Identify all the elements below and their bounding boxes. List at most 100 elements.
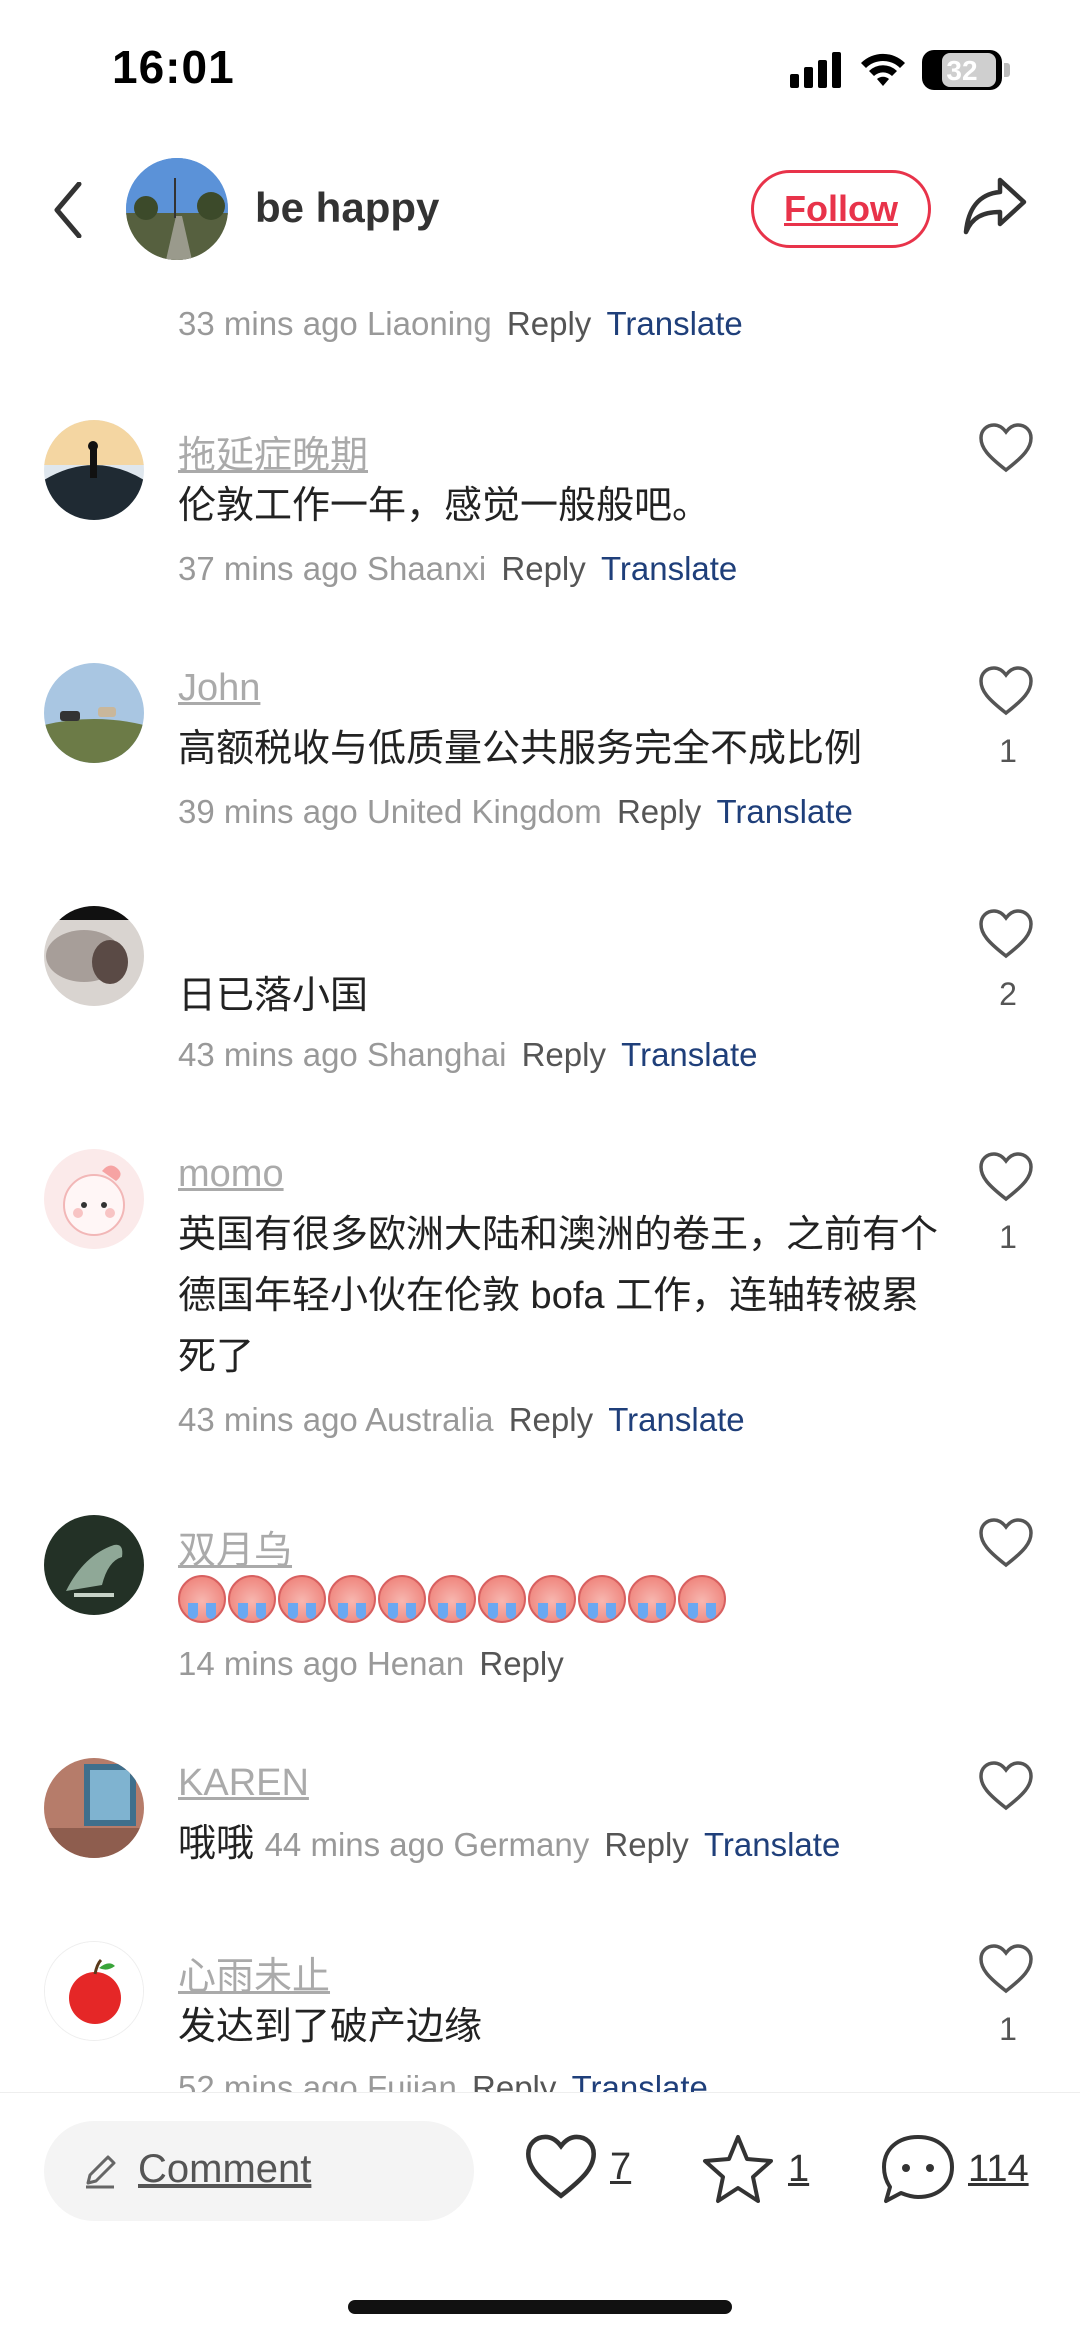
crying-emoji-icon	[228, 1575, 276, 1623]
emoji-row	[178, 1575, 948, 1623]
commenter-name[interactable]: KAREN	[178, 1762, 309, 1805]
heart-icon	[979, 666, 1033, 716]
comment-text: 伦敦工作一年，感觉一般般吧。	[178, 485, 711, 527]
like-button[interactable]	[978, 1760, 1038, 1816]
share-icon	[963, 177, 1027, 235]
comment-meta: 44 mins ago Germany Reply Translate	[265, 1826, 841, 1863]
back-button[interactable]	[44, 178, 92, 242]
commenter-avatar[interactable]	[44, 1941, 144, 2041]
comment-meta: 37 mins ago Shaanxi Reply Translate	[178, 550, 737, 588]
heart-icon	[979, 1761, 1033, 1811]
heart-icon	[979, 1518, 1033, 1568]
commenter-avatar[interactable]	[44, 906, 144, 1006]
translate-button[interactable]: Translate	[608, 1401, 744, 1438]
commenter-avatar[interactable]	[44, 1758, 144, 1858]
crying-emoji-icon	[478, 1575, 526, 1623]
battery-tip-icon	[1004, 63, 1010, 77]
like-count: 1	[999, 733, 1017, 769]
commenter-name[interactable]: 心雨未止	[178, 1945, 330, 2000]
author-name[interactable]: be happy	[255, 184, 439, 232]
battery-level: 32	[946, 55, 978, 86]
crying-emoji-icon	[178, 1575, 226, 1623]
post-like-count: 7	[610, 2145, 632, 2188]
comment-text: 哦哦	[178, 1823, 255, 1865]
comment-text-row: 哦哦 44 mins ago Germany Reply Translate	[178, 1814, 1058, 1875]
reply-button[interactable]: Reply	[501, 550, 585, 587]
comment-time: 33 mins ago	[178, 305, 358, 342]
post-favorite-count: 1	[788, 2147, 810, 2190]
commenter-name[interactable]: John	[178, 667, 260, 710]
heart-icon	[526, 2134, 596, 2199]
reply-button[interactable]: Reply	[507, 305, 591, 342]
reply-button[interactable]: Reply	[617, 793, 701, 830]
comment-time: 14 mins ago	[178, 1645, 358, 1682]
status-icons: 32	[790, 50, 1010, 90]
star-icon	[703, 2135, 773, 2203]
status-bar: 16:01 32	[0, 0, 1080, 140]
post-like-button[interactable]: 7	[524, 2133, 631, 2201]
crying-emoji-icon	[378, 1575, 426, 1623]
cellular-signal-icon	[790, 52, 841, 88]
like-button[interactable]	[978, 1517, 1038, 1573]
like-count: 1	[999, 2011, 1017, 2047]
like-button[interactable]	[978, 1151, 1038, 1207]
reply-button[interactable]: Reply	[522, 1036, 606, 1073]
crying-emoji-icon	[528, 1575, 576, 1623]
comment-time: 37 mins ago	[178, 550, 358, 587]
commenter-avatar[interactable]	[44, 1149, 144, 1249]
comment-time: 44 mins ago	[264, 1826, 445, 1863]
heart-icon	[979, 1152, 1033, 1202]
comment-emoji-row	[178, 1575, 948, 1623]
translate-button[interactable]: Translate	[601, 550, 737, 587]
author-avatar[interactable]	[126, 158, 228, 260]
commenter-avatar[interactable]	[44, 1515, 144, 1615]
crying-emoji-icon	[278, 1575, 326, 1623]
comment-location: Australia	[365, 1401, 494, 1438]
comment-meta: 14 mins ago Henan Reply	[178, 1645, 564, 1683]
post-comment-count: 114	[968, 2147, 1029, 2190]
like-button[interactable]	[978, 908, 1038, 964]
translate-button[interactable]: Translate	[606, 305, 742, 342]
comment-location: Liaoning	[366, 305, 492, 342]
reply-button[interactable]: Reply	[479, 1645, 563, 1682]
comment-meta: 43 mins ago Australia Reply Translate	[178, 1401, 745, 1439]
post-favorite-button[interactable]: 1	[700, 2133, 809, 2205]
commenter-avatar[interactable]	[44, 663, 144, 763]
status-time: 16:01	[112, 41, 235, 93]
like-count: 2	[999, 976, 1017, 1012]
like-button[interactable]	[978, 422, 1038, 478]
crying-emoji-icon	[628, 1575, 676, 1623]
comment-text: 发达到了破产边缘	[178, 2006, 483, 2048]
reply-button[interactable]: Reply	[509, 1401, 593, 1438]
share-button[interactable]	[962, 176, 1032, 242]
post-comments-button[interactable]: 114	[880, 2133, 1029, 2205]
chevron-left-icon	[54, 182, 82, 238]
comment-text: 高额税收与低质量公共服务完全不成比例	[178, 728, 863, 770]
comment-location: Shaanxi	[366, 550, 487, 587]
commenter-name[interactable]: 拖延症晚期	[178, 424, 368, 479]
commenter-name[interactable]: 双月乌	[178, 1519, 292, 1574]
follow-button[interactable]: Follow	[751, 170, 931, 248]
comment-time: 39 mins ago	[178, 793, 358, 830]
like-button[interactable]	[978, 665, 1038, 721]
heart-icon	[979, 423, 1033, 473]
comment-text: 英国有很多欧洲大陆和澳洲的卷王，之前有个德国年轻小伙在伦敦 bofa 工作，连轴…	[178, 1214, 939, 1378]
reply-button[interactable]: Reply	[604, 1826, 688, 1863]
like-button[interactable]	[978, 1943, 1038, 1999]
comment-location: Germany	[453, 1826, 590, 1863]
translate-button[interactable]: Translate	[704, 1826, 840, 1863]
heart-icon	[979, 909, 1033, 959]
commenter-avatar[interactable]	[44, 420, 144, 520]
comment-meta: 39 mins ago United Kingdom Reply Transla…	[178, 793, 853, 831]
comment-location: Henan	[366, 1645, 465, 1682]
comment-location: Shanghai	[366, 1036, 507, 1073]
translate-button[interactable]: Translate	[716, 793, 852, 830]
translate-button[interactable]: Translate	[621, 1036, 757, 1073]
wifi-icon	[861, 53, 905, 86]
crying-emoji-icon	[328, 1575, 376, 1623]
comment-time: 43 mins ago	[178, 1036, 358, 1073]
like-count: 1	[999, 1219, 1017, 1255]
crying-emoji-icon	[428, 1575, 476, 1623]
commenter-name[interactable]: momo	[178, 1153, 284, 1196]
comment-input[interactable]: Comment	[44, 2121, 474, 2221]
